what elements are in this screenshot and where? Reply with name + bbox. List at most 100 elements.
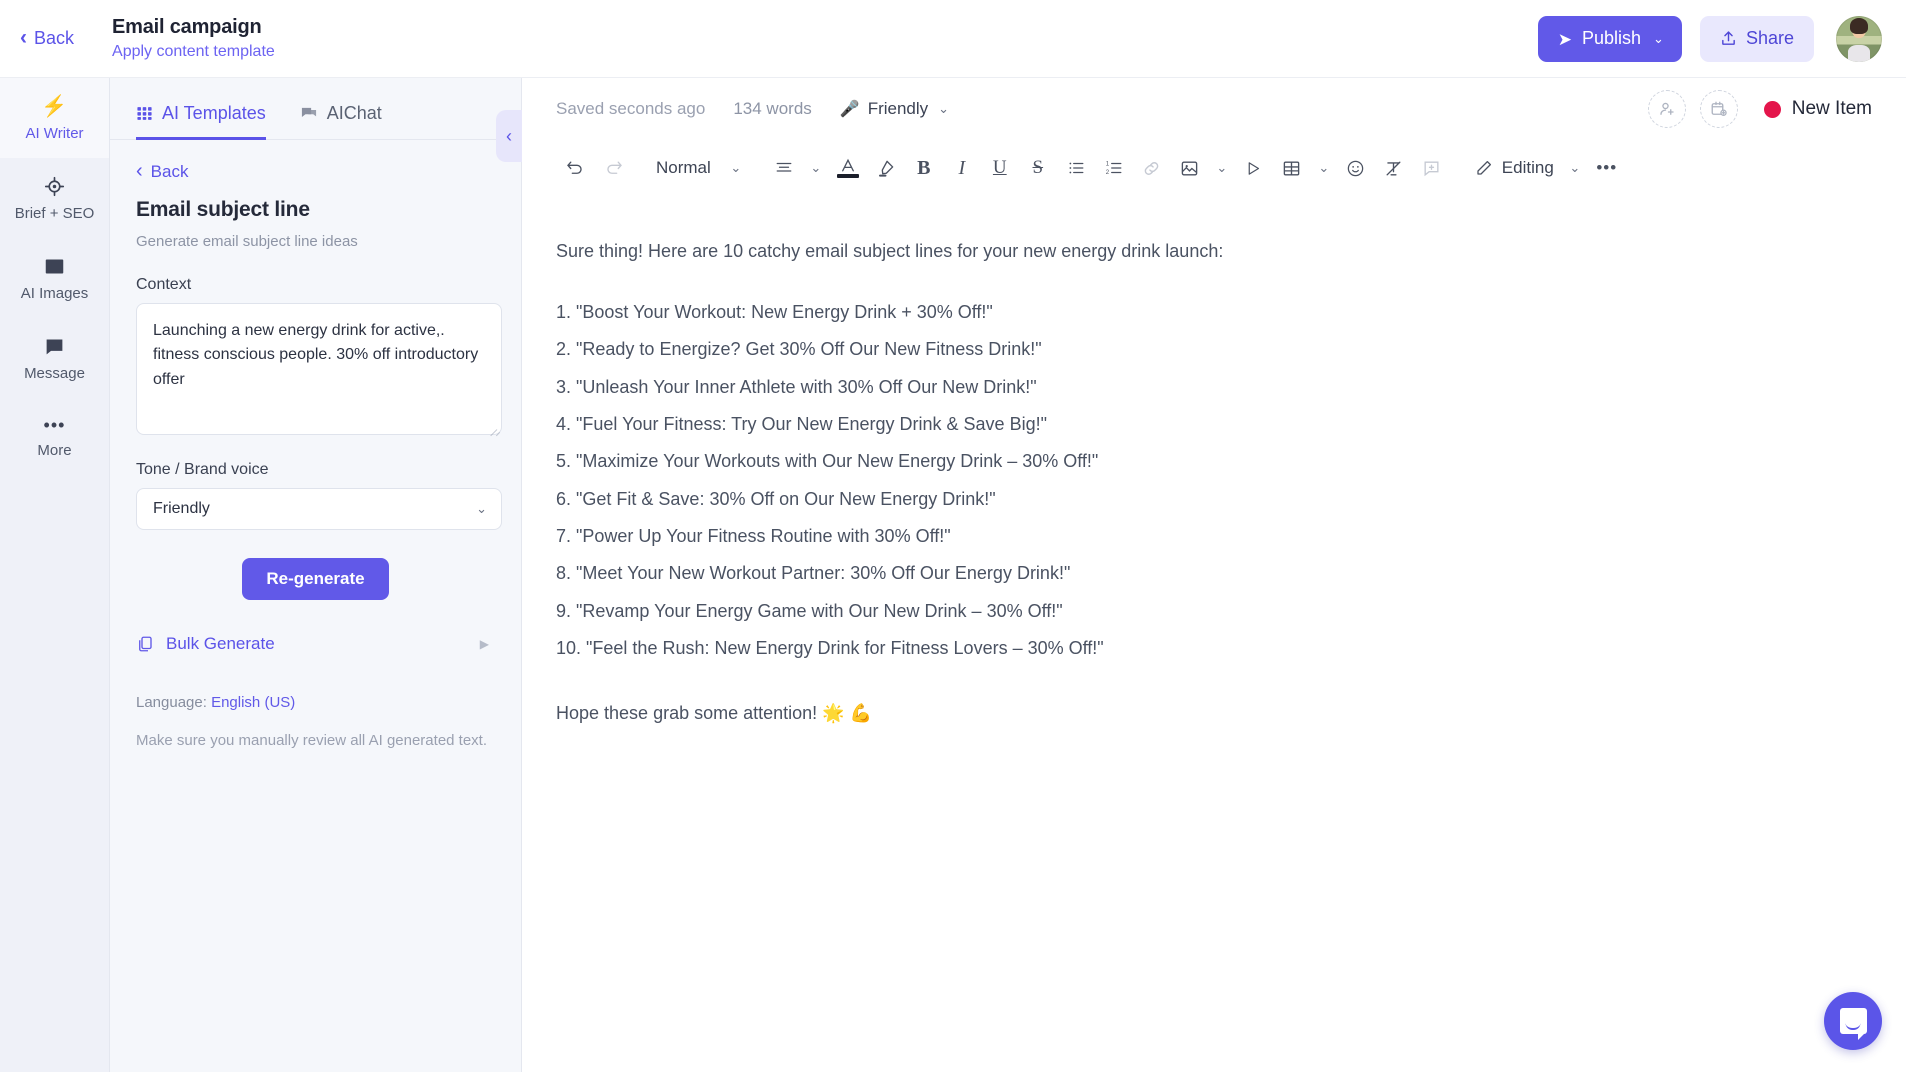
chevron-down-icon[interactable]: ⌄ [723,149,749,187]
language-prefix: Language: [136,694,212,711]
rail-item-more[interactable]: ••• More [0,398,109,475]
bulk-generate-row[interactable]: Bulk Generate ▶ [136,634,495,654]
chevron-down-icon: ⌄ [938,101,950,116]
list-item: 4. "Fuel Your Fitness: Try Our New Energ… [556,413,1047,434]
editing-mode-label: Editing [1501,158,1554,177]
rail-item-brief-seo[interactable]: Brief + SEO [0,158,109,238]
play-icon[interactable] [1235,149,1273,187]
svg-text:1: 1 [1106,161,1110,167]
language-link[interactable]: English (US) [211,694,295,711]
microphone-icon: 🎤 [839,101,860,118]
bullet-list-icon[interactable] [1057,149,1095,187]
target-icon [44,176,65,197]
back-button[interactable]: ‹ Back [20,26,96,49]
add-collaborator-button[interactable] [1647,90,1686,128]
chevron-left-icon: ‹ [20,26,27,49]
avatar[interactable] [1836,15,1882,62]
publish-button[interactable]: ➤ Publish ⌄ [1537,15,1682,62]
status-badge-label: New Item [1791,98,1872,119]
clear-format-icon[interactable] [1375,149,1413,187]
list-item: 6. "Get Fit & Save: 30% Off on Our New E… [556,488,996,509]
context-input[interactable] [136,303,502,435]
list-item: 2. "Ready to Energize? Get 30% Off Our N… [556,339,1042,360]
triangle-right-icon: ▶ [479,637,489,651]
list-item: 7. "Power Up Your Fitness Routine with 3… [556,526,951,547]
apply-content-template-link[interactable]: Apply content template [112,43,275,61]
status-badge[interactable]: New Item [1763,98,1872,120]
document-content: Sure thing! Here are 10 catchy email sub… [556,238,1676,724]
chats-icon [300,105,318,122]
context-label: Context [136,276,192,293]
emoji-icon[interactable] [1337,149,1375,187]
chat-bubble-icon [1839,1008,1867,1040]
chevron-down-icon[interactable]: ⌄ [1562,149,1588,187]
chevron-down-icon[interactable]: ⌄ [803,149,829,187]
editor-toolbar: Normal ⌄ ⌄ B I U S 1 2 ⌄ ⌄ Editing ⌄ ••• [522,140,1906,196]
collapse-panel-button[interactable]: ‹ [496,110,522,162]
highlight-icon[interactable] [867,149,905,187]
italic-icon[interactable]: I [943,149,981,187]
paragraph-style-select[interactable]: Normal [644,149,723,187]
table-icon[interactable] [1273,149,1311,187]
strikethrough-icon[interactable]: S [1019,149,1057,187]
icon-rail: ⚡ AI Writer Brief + SEO AI Images Messag… [0,78,110,1072]
more-icon[interactable]: ••• [1588,149,1626,187]
bulk-generate-label: Bulk Generate [166,634,275,653]
tone-select[interactable]: Friendly ⌄ [136,488,502,530]
ellipsis-icon: ••• [43,415,66,435]
document-intro: Sure thing! Here are 10 catchy email sub… [556,241,1224,261]
language-row: Language: English (US) [136,694,495,711]
chevron-down-icon[interactable]: ⌄ [1311,149,1337,187]
redo-icon[interactable] [594,149,632,187]
pencil-icon [1475,159,1493,177]
document-outro: Hope these grab some attention! 🌟 💪 [556,703,872,724]
link-icon[interactable] [1133,149,1171,187]
subject-line-list: 1. "Boost Your Workout: New Energy Drink… [556,294,1676,668]
context-wrapper [136,303,502,435]
chevron-down-icon[interactable]: ⌄ [1209,149,1235,187]
copy-icon [136,635,154,653]
numbered-list-icon[interactable]: 12 [1095,149,1133,187]
panel-back-button[interactable]: ‹ Back [136,161,495,182]
bold-icon[interactable]: B [905,149,943,187]
editing-mode-button[interactable]: Editing [1467,149,1562,187]
share-button[interactable]: Share [1699,15,1814,62]
text-color-icon[interactable] [829,149,867,187]
list-item: 10. "Feel the Rush: New Energy Drink for… [556,638,1104,659]
rail-item-ai-images[interactable]: AI Images [0,238,109,318]
undo-icon[interactable] [556,149,594,187]
panel-body: ‹ Back Email subject line Generate email… [110,140,521,752]
underline-icon[interactable]: U [981,149,1019,187]
rail-item-ai-writer[interactable]: ⚡ AI Writer [0,78,109,158]
regenerate-button[interactable]: Re-generate [242,558,389,600]
rail-item-label: AI Images [20,285,89,302]
list-item: 3. "Unleash Your Inner Athlete with 30% … [556,376,1037,397]
tone-select-value: Friendly [153,500,210,517]
schedule-button[interactable] [1699,90,1738,128]
regenerate-row: Re-generate [136,558,495,600]
document-area[interactable]: Sure thing! Here are 10 catchy email sub… [522,196,1906,1072]
tab-ai-templates[interactable]: AI Templates [136,103,266,140]
chat-icon [44,336,65,357]
title-block: Email campaign Apply content template [112,16,275,61]
support-chat-button[interactable] [1824,992,1882,1050]
publish-button-label: Publish [1582,28,1642,48]
upload-icon [1720,30,1737,47]
back-button-label: Back [34,28,75,48]
template-panel: AI Templates AIChat ‹ Back Email subject… [110,78,522,1072]
rail-item-label: AI Writer [25,125,84,142]
top-bar: ‹ Back Email campaign Apply content temp… [0,0,1906,78]
tab-label: AIChat [326,103,382,123]
comment-icon[interactable] [1413,149,1451,187]
rail-item-message[interactable]: Message [0,318,109,398]
editor-status-bar: Saved seconds ago 134 words 🎤 Friendly ⌄ [522,78,1906,140]
align-icon[interactable] [765,149,803,187]
ai-disclaimer: Make sure you manually review all AI gen… [136,732,488,749]
tone-selector[interactable]: 🎤 Friendly ⌄ [840,99,949,119]
svg-text:2: 2 [1106,170,1110,176]
tab-aichat[interactable]: AIChat [300,103,382,140]
image-icon[interactable] [1171,149,1209,187]
rail-item-label: Brief + SEO [14,205,95,222]
lightning-icon: ⚡ [41,95,68,118]
panel-back-label: Back [150,162,189,181]
